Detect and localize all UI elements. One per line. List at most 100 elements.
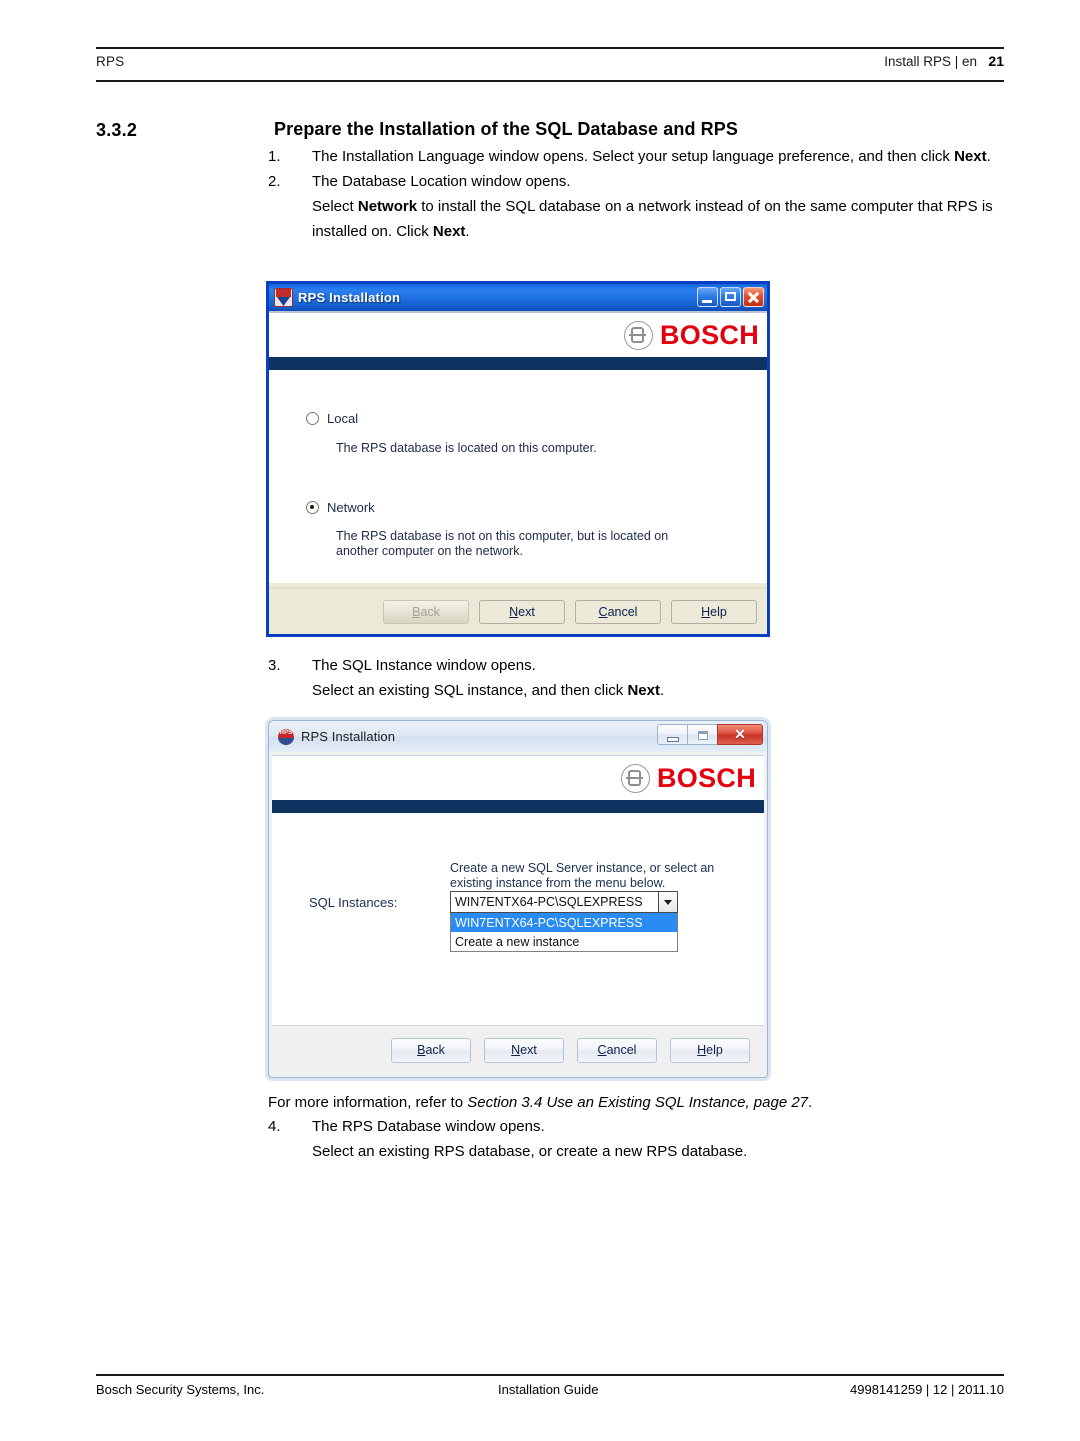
step2-text-c: . [465,223,470,240]
dialog2-brand-band: BOSCH [272,755,764,800]
step3-line1: The SQL Instance window opens. [312,657,536,674]
list-item: 3. The SQL Instance window opens. Select… [268,653,1004,703]
dialog1-body: Local The RPS database is located on thi… [269,370,767,583]
radio-network-label: Network [327,500,375,515]
next-button[interactable]: Next [479,599,565,624]
dialog1-brand-band: BOSCH [269,311,767,357]
back-button[interactable]: Back [383,599,469,624]
sql-instances-combobox[interactable]: WIN7ENTX64-PC\SQLEXPRESS [450,891,678,913]
step3-bold-next: Next [627,682,660,699]
sql-instances-value: WIN7ENTX64-PC\SQLEXPRESS [455,895,643,909]
list-item-number: 2. [268,173,281,190]
list-item-text: The RPS Database window opens. Select an… [312,1118,747,1160]
radio-local-icon[interactable] [306,412,319,425]
bosch-symbol-icon [620,764,650,793]
next-button[interactable]: Next [484,1037,564,1063]
bosch-symbol-icon [623,321,653,350]
dialog1-window-controls [697,287,764,307]
header-page-number: 21 [988,53,1004,69]
cancel-button[interactable]: Cancel [577,1037,657,1063]
steps-list-lower: 4. The RPS Database window opens. Select… [268,1114,1004,1164]
list-item: 1. The Installation Language window open… [268,144,1004,169]
radio-option-local[interactable]: Local [306,411,358,426]
minimize-icon[interactable] [657,724,687,745]
dialog2-title-bar[interactable]: RPS Installation ✕ [269,721,767,752]
dialog2-window-controls: ✕ [657,724,763,745]
close-icon[interactable]: ✕ [717,724,763,745]
document-page: RPS 21 Install RPS | en 3.3.2 Prepare th… [0,0,1080,1441]
bosch-logo: BOSCH [620,763,756,794]
bosch-wordmark: BOSCH [659,320,759,350]
footer-document-title: Installation Guide [498,1382,599,1397]
minimize-icon[interactable] [697,287,718,307]
cancel-button[interactable]: Cancel [575,599,661,624]
list-item-text: The Installation Language window opens. … [312,148,991,165]
dialog2-body: Create a new SQL Server instance, or sel… [272,813,764,1025]
bosch-wordmark: BOSCH [656,763,756,793]
footer-company: Bosch Security Systems, Inc. [96,1382,265,1397]
list-item-text: The Database Location window opens. Sele… [312,173,993,240]
sql-instances-label: SQL Instances: [309,895,398,910]
dialog1-button-bar: Back Next Cancel Help [269,587,767,634]
cancel-button-label-rest: ancel [607,604,638,619]
chevron-down-icon[interactable] [658,892,677,912]
help-button-label-rest: elp [706,1043,723,1057]
next-button-label-rest: ext [518,604,535,619]
back-button[interactable]: Back [391,1037,471,1063]
step2-bold-network: Network [357,198,418,215]
header-rule-bottom [96,80,1004,82]
step2-line1: The Database Location window opens. [312,173,571,190]
step1-text-a: The Installation Language window opens. … [312,148,955,165]
help-button[interactable]: Help [670,1037,750,1063]
radio-local-label: Local [327,411,359,426]
back-button-label-rest: ack [425,1043,445,1057]
help-button-label-rest: elp [710,604,727,619]
footer-document-id: 4998141259 | 12 | 2011.10 [850,1382,1004,1397]
cross-reference-note: For more information, refer to Section 3… [268,1090,1008,1115]
radio-network-description: The RPS database is not on this computer… [336,529,669,558]
dialog1-title-text: RPS Installation [298,290,401,305]
step2-bold-next: Next [432,223,466,240]
header-rule-top [96,47,1004,49]
cancel-button-label-rest: ancel [606,1043,637,1057]
step4-line1: The RPS Database window opens. [312,1118,545,1135]
close-icon[interactable] [743,287,764,307]
rps-installation-dialog-sql-instance[interactable]: RPS Installation ✕ BOSCH Create a new SQ… [268,720,768,1078]
dialog2-title-text: RPS Installation [301,729,396,744]
step1-text-b: . [986,148,991,165]
list-item[interactable]: WIN7ENTX64-PC\SQLEXPRESS [451,913,677,932]
dialog2-button-bar: Back Next Cancel Help [272,1025,764,1074]
header-right-text: Install RPS | en [884,54,977,69]
list-item: 2. The Database Location window opens. S… [268,169,1004,244]
list-item[interactable]: Create a new instance [451,932,677,951]
step3-text-b: . [659,682,665,699]
list-item-text: The SQL Instance window opens. Select an… [312,657,664,699]
list-item-number: 3. [268,657,281,674]
sql-instances-dropdown-list[interactable]: WIN7ENTX64-PC\SQLEXPRESS Create a new in… [450,913,678,952]
section-number: 3.3.2 [96,120,138,140]
step3-text-a: Select an existing SQL instance, and the… [312,682,628,699]
rps-installation-dialog-database-location[interactable]: RPS Installation BOSCH Local The RPS dat… [266,281,770,637]
list-item: 4. The RPS Database window opens. Select… [268,1114,1004,1164]
maximize-icon[interactable] [720,287,741,307]
help-button[interactable]: Help [671,599,757,624]
note-text-a: For more information, refer to [268,1094,468,1111]
note-reference: Section 3.4 Use an Existing SQL Instance… [467,1094,809,1111]
list-item-number: 1. [268,148,281,165]
step4-line2: Select an existing RPS database, or crea… [312,1143,748,1160]
radio-network-icon[interactable] [306,501,319,514]
section-title: Prepare the Installation of the SQL Data… [274,119,738,139]
steps-list-upper: 1. The Installation Language window open… [268,144,1004,244]
rps-app-icon [278,728,294,745]
rps-app-icon [274,288,293,307]
radio-option-network[interactable]: Network [306,500,375,515]
bosch-logo: BOSCH [623,320,759,351]
maximize-icon[interactable] [687,724,717,745]
footer-rule [96,1374,1004,1376]
step1-bold-next: Next [954,148,987,165]
dialog1-title-bar[interactable]: RPS Installation [269,284,767,311]
steps-list-middle: 3. The SQL Instance window opens. Select… [268,653,1004,703]
radio-local-description: The RPS database is located on this comp… [336,441,597,455]
list-item-number: 4. [268,1118,281,1135]
dialog1-accent-band [269,357,767,370]
